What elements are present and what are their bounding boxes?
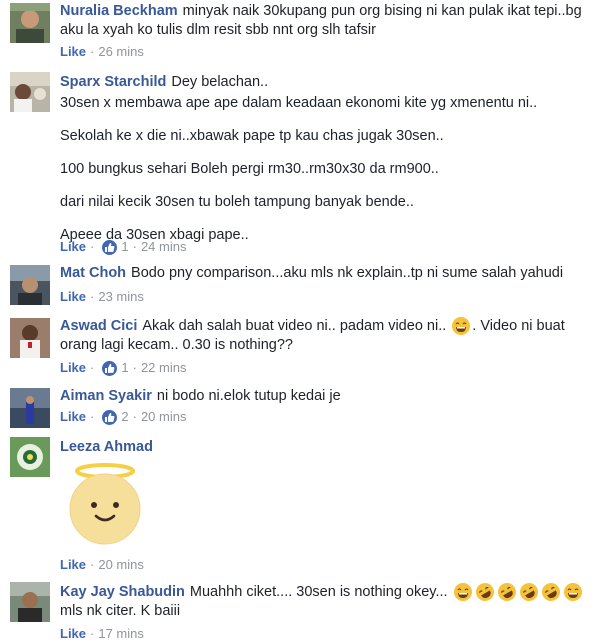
comment-text: Akak dah salah buat video ni.. padam vid… <box>142 317 447 334</box>
comment-body: Aiman Syakir ni bodo ni.elok tutup kedai … <box>60 387 592 406</box>
laughing-emoji-icon <box>563 583 582 601</box>
like-reaction-icon[interactable] <box>102 239 118 255</box>
reaction-count[interactable]: 1 <box>121 239 128 255</box>
avatar[interactable] <box>10 582 50 622</box>
commenter-name[interactable]: Mat Choh <box>60 265 126 281</box>
comment-meta: Like · 23 mins <box>60 289 144 305</box>
comment-body: Nuralia Beckham minyak naik 30kupang pun … <box>60 2 592 40</box>
commenter-name[interactable]: Leeza Ahmad <box>60 439 153 455</box>
comment-text: ni bodo ni.elok tutup kedai je <box>156 388 341 404</box>
reaction-count[interactable]: 2 <box>121 409 128 425</box>
timestamp[interactable]: 17 mins <box>98 626 144 642</box>
like-link[interactable]: Like <box>60 289 86 305</box>
timestamp[interactable]: 20 mins <box>98 557 144 573</box>
comment-body: Mat Choh Bodo pny comparison...aku mls nk… <box>60 264 592 283</box>
separator: · <box>90 360 95 375</box>
angel-sticker-icon[interactable] <box>60 457 150 547</box>
rolling-laughing-emoji-icon <box>497 583 516 601</box>
separator: · <box>90 409 95 424</box>
comment-body: Kay Jay Shabudin Muahhh ciket.... 30sen i… <box>60 582 592 621</box>
comment-body: Leeza Ahmad <box>60 438 592 457</box>
like-link[interactable]: Like <box>60 626 86 642</box>
comment-meta: Like · 1 · 24 mins <box>60 239 186 255</box>
timestamp[interactable]: 22 mins <box>141 360 187 376</box>
commenter-name[interactable]: Aiman Syakir <box>60 388 152 404</box>
like-link[interactable]: Like <box>60 44 86 60</box>
avatar[interactable] <box>10 265 50 305</box>
laughing-emoji-icon <box>452 317 471 335</box>
rolling-laughing-emoji-icon <box>541 583 560 601</box>
avatar[interactable] <box>10 318 50 358</box>
avatar[interactable] <box>10 437 50 477</box>
like-link[interactable]: Like <box>60 239 86 255</box>
separator: · <box>90 626 95 641</box>
comment-paragraph: 30sen x membawa ape ape dalam keadaan ek… <box>60 95 538 111</box>
separator: · <box>90 44 95 59</box>
like-reaction-icon[interactable] <box>102 409 118 425</box>
like-reaction-icon[interactable] <box>102 360 118 376</box>
comment-text: mls nk citer. K baiii <box>60 603 181 619</box>
separator: · <box>132 360 137 375</box>
commenter-name[interactable]: Nuralia Beckham <box>60 3 178 19</box>
avatar[interactable] <box>10 72 50 112</box>
separator: · <box>132 239 137 254</box>
comment-paragraph: dari nilai kecik 30sen tu boleh tampung … <box>60 194 414 210</box>
separator: · <box>90 239 95 254</box>
comment-meta: Like · 26 mins <box>60 44 144 60</box>
comment-meta: Like · 2 · 20 mins <box>60 409 186 425</box>
separator: · <box>90 557 95 572</box>
commenter-name[interactable]: Sparx Starchild <box>60 74 166 90</box>
laughing-emoji-icon <box>453 583 472 601</box>
comment-text: Muahhh ciket.... 30sen is nothing okey..… <box>189 583 448 600</box>
rolling-laughing-emoji-icon <box>519 583 538 601</box>
commenter-name[interactable]: Kay Jay Shabudin <box>60 584 185 600</box>
like-link[interactable]: Like <box>60 557 86 573</box>
comment-body: Sparx Starchild Dey belachan.. 30sen x me… <box>60 73 592 245</box>
comment-meta: Like · 1 · 22 mins <box>60 360 186 376</box>
separator: · <box>90 289 95 304</box>
avatar[interactable] <box>10 3 50 43</box>
comment-text: Bodo pny comparison...aku mls nk explain… <box>131 265 564 281</box>
comment-meta: Like · 17 mins <box>60 626 144 642</box>
reaction-count[interactable]: 1 <box>121 360 128 376</box>
comment-body: Aswad Cici Akak dah salah buat video ni..… <box>60 316 592 355</box>
timestamp[interactable]: 24 mins <box>141 239 187 255</box>
comment-meta: Like · 20 mins <box>60 557 144 573</box>
comment-text: Dey belachan.. <box>171 74 269 90</box>
avatar[interactable] <box>10 388 50 428</box>
commenter-name[interactable]: Aswad Cici <box>60 318 137 334</box>
timestamp[interactable]: 23 mins <box>98 289 144 305</box>
like-link[interactable]: Like <box>60 409 86 425</box>
separator: · <box>132 409 137 424</box>
timestamp[interactable]: 20 mins <box>141 409 187 425</box>
comment-paragraph: Sekolah ke x die ni..xbawak pape tp kau … <box>60 128 444 144</box>
rolling-laughing-emoji-icon <box>475 583 494 601</box>
comment-paragraph: 100 bungkus sehari Boleh pergi rm30..rm3… <box>60 161 439 177</box>
timestamp[interactable]: 26 mins <box>98 44 144 60</box>
like-link[interactable]: Like <box>60 360 86 376</box>
